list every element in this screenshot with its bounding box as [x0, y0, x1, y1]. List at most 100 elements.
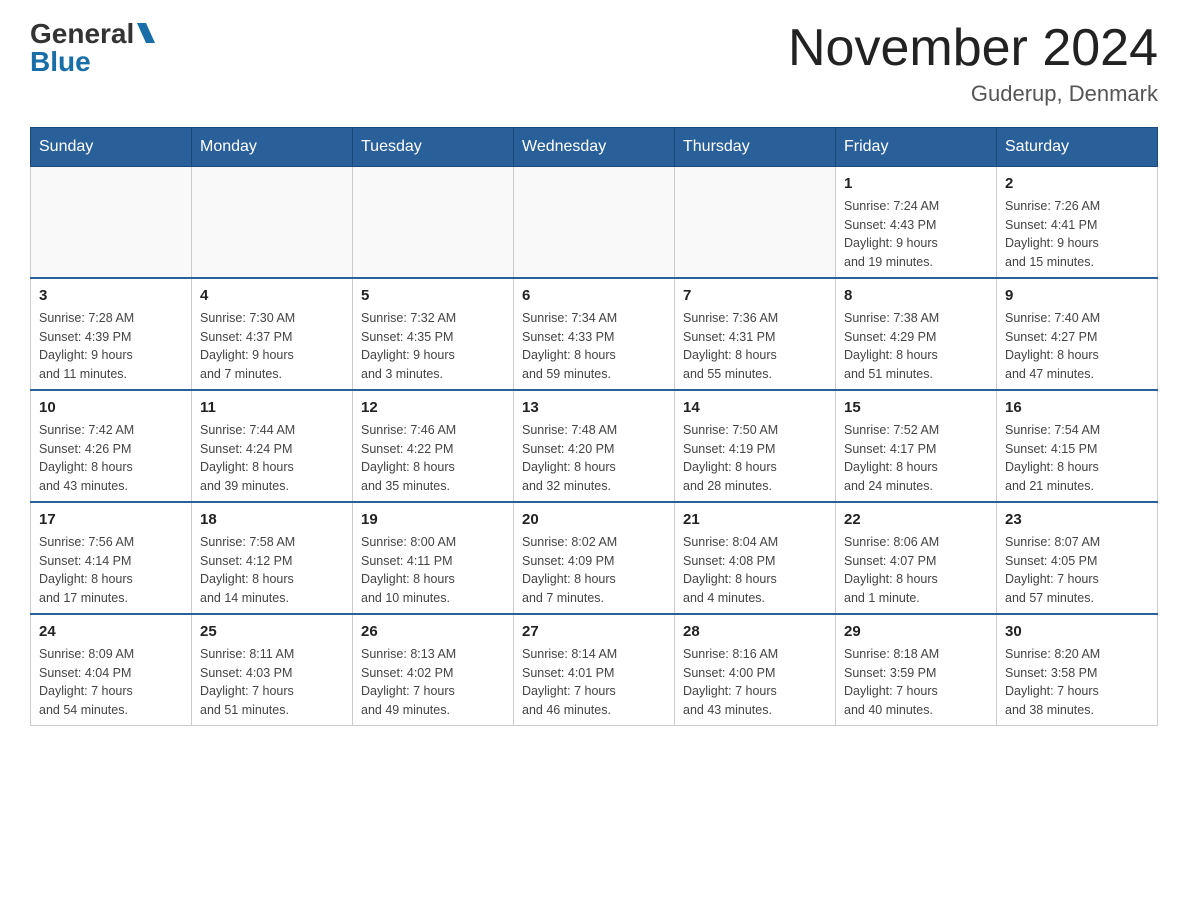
day-info: Sunrise: 7:48 AM Sunset: 4:20 PM Dayligh… [522, 423, 617, 493]
day-number: 20 [522, 509, 666, 530]
calendar-cell [31, 167, 192, 279]
calendar-cell: 19 Sunrise: 8:00 AM Sunset: 4:11 PM Dayli… [353, 502, 514, 614]
day-info: Sunrise: 8:11 AM Sunset: 4:03 PM Dayligh… [200, 647, 294, 717]
day-number: 1 [844, 173, 988, 194]
calendar-cell: 2 Sunrise: 7:26 AM Sunset: 4:41 PM Daylig… [997, 167, 1158, 279]
calendar-cell: 7 Sunrise: 7:36 AM Sunset: 4:31 PM Daylig… [675, 278, 836, 390]
calendar-cell: 8 Sunrise: 7:38 AM Sunset: 4:29 PM Daylig… [836, 278, 997, 390]
day-info: Sunrise: 7:28 AM Sunset: 4:39 PM Dayligh… [39, 311, 134, 381]
day-info: Sunrise: 7:34 AM Sunset: 4:33 PM Dayligh… [522, 311, 617, 381]
calendar-cell: 20 Sunrise: 8:02 AM Sunset: 4:09 PM Dayli… [514, 502, 675, 614]
calendar-cell: 4Sunrise: 7:30 AM Sunset: 4:37 PM Daylig… [192, 278, 353, 390]
day-header-friday: Friday [836, 128, 997, 167]
day-info: Sunrise: 7:56 AM Sunset: 4:14 PM Dayligh… [39, 535, 134, 605]
calendar-cell: 14 Sunrise: 7:50 AM Sunset: 4:19 PM Dayli… [675, 390, 836, 502]
day-info: Sunrise: 7:52 AM Sunset: 4:17 PM Dayligh… [844, 423, 939, 493]
day-number: 19 [361, 509, 505, 530]
week-row-1: 1 Sunrise: 7:24 AM Sunset: 4:43 PM Daylig… [31, 167, 1158, 279]
day-number: 29 [844, 621, 988, 642]
calendar-cell [675, 167, 836, 279]
day-header-wednesday: Wednesday [514, 128, 675, 167]
calendar-cell: 28 Sunrise: 8:16 AM Sunset: 4:00 PM Dayli… [675, 614, 836, 726]
calendar-cell: 5 Sunrise: 7:32 AM Sunset: 4:35 PM Daylig… [353, 278, 514, 390]
day-info: Sunrise: 8:20 AM Sunset: 3:58 PM Dayligh… [1005, 647, 1100, 717]
calendar-cell: 25Sunrise: 8:11 AM Sunset: 4:03 PM Dayli… [192, 614, 353, 726]
calendar-cell: 22Sunrise: 8:06 AM Sunset: 4:07 PM Dayli… [836, 502, 997, 614]
day-info: Sunrise: 7:46 AM Sunset: 4:22 PM Dayligh… [361, 423, 456, 493]
day-info: Sunrise: 8:04 AM Sunset: 4:08 PM Dayligh… [683, 535, 778, 605]
logo: General Blue [30, 20, 155, 76]
calendar-cell: 23 Sunrise: 8:07 AM Sunset: 4:05 PM Dayli… [997, 502, 1158, 614]
day-info: Sunrise: 7:26 AM Sunset: 4:41 PM Dayligh… [1005, 199, 1100, 269]
calendar-title: November 2024 [788, 20, 1158, 77]
day-header-sunday: Sunday [31, 128, 192, 167]
calendar-cell: 18 Sunrise: 7:58 AM Sunset: 4:12 PM Dayli… [192, 502, 353, 614]
calendar-cell: 12 Sunrise: 7:46 AM Sunset: 4:22 PM Dayli… [353, 390, 514, 502]
day-number: 23 [1005, 509, 1149, 530]
day-number: 28 [683, 621, 827, 642]
day-info: Sunrise: 8:13 AM Sunset: 4:02 PM Dayligh… [361, 647, 456, 717]
day-info: Sunrise: 8:02 AM Sunset: 4:09 PM Dayligh… [522, 535, 617, 605]
calendar-cell: 27 Sunrise: 8:14 AM Sunset: 4:01 PM Dayli… [514, 614, 675, 726]
calendar-table: SundayMondayTuesdayWednesdayThursdayFrid… [30, 127, 1158, 726]
calendar-cell: 6Sunrise: 7:34 AM Sunset: 4:33 PM Daylig… [514, 278, 675, 390]
day-info: Sunrise: 8:07 AM Sunset: 4:05 PM Dayligh… [1005, 535, 1100, 605]
day-number: 2 [1005, 173, 1149, 194]
calendar-cell: 17Sunrise: 7:56 AM Sunset: 4:14 PM Dayli… [31, 502, 192, 614]
day-header-monday: Monday [192, 128, 353, 167]
day-info: Sunrise: 8:14 AM Sunset: 4:01 PM Dayligh… [522, 647, 617, 717]
calendar-cell [514, 167, 675, 279]
day-number: 10 [39, 397, 183, 418]
calendar-cell [192, 167, 353, 279]
calendar-subtitle: Guderup, Denmark [788, 81, 1158, 107]
day-number: 24 [39, 621, 183, 642]
day-number: 18 [200, 509, 344, 530]
day-info: Sunrise: 8:09 AM Sunset: 4:04 PM Dayligh… [39, 647, 134, 717]
day-info: Sunrise: 8:18 AM Sunset: 3:59 PM Dayligh… [844, 647, 939, 717]
day-number: 7 [683, 285, 827, 306]
calendar-cell: 11Sunrise: 7:44 AM Sunset: 4:24 PM Dayli… [192, 390, 353, 502]
logo-general-text: General [30, 20, 134, 48]
day-number: 14 [683, 397, 827, 418]
week-row-2: 3 Sunrise: 7:28 AM Sunset: 4:39 PM Daylig… [31, 278, 1158, 390]
day-info: Sunrise: 7:38 AM Sunset: 4:29 PM Dayligh… [844, 311, 939, 381]
calendar-cell: 21 Sunrise: 8:04 AM Sunset: 4:08 PM Dayli… [675, 502, 836, 614]
header-row: SundayMondayTuesdayWednesdayThursdayFrid… [31, 128, 1158, 167]
title-block: November 2024 Guderup, Denmark [788, 20, 1158, 107]
day-number: 30 [1005, 621, 1149, 642]
calendar-cell: 13 Sunrise: 7:48 AM Sunset: 4:20 PM Dayli… [514, 390, 675, 502]
calendar-cell: 16 Sunrise: 7:54 AM Sunset: 4:15 PM Dayli… [997, 390, 1158, 502]
logo-blue-text: Blue [30, 48, 91, 76]
calendar-cell: 15Sunrise: 7:52 AM Sunset: 4:17 PM Dayli… [836, 390, 997, 502]
day-info: Sunrise: 7:50 AM Sunset: 4:19 PM Dayligh… [683, 423, 778, 493]
day-number: 11 [200, 397, 344, 418]
calendar-cell: 1 Sunrise: 7:24 AM Sunset: 4:43 PM Daylig… [836, 167, 997, 279]
day-info: Sunrise: 7:32 AM Sunset: 4:35 PM Dayligh… [361, 311, 456, 381]
day-number: 16 [1005, 397, 1149, 418]
day-info: Sunrise: 7:42 AM Sunset: 4:26 PM Dayligh… [39, 423, 134, 493]
day-info: Sunrise: 7:40 AM Sunset: 4:27 PM Dayligh… [1005, 311, 1100, 381]
calendar-cell: 24 Sunrise: 8:09 AM Sunset: 4:04 PM Dayli… [31, 614, 192, 726]
calendar-cell: 10 Sunrise: 7:42 AM Sunset: 4:26 PM Dayli… [31, 390, 192, 502]
day-number: 3 [39, 285, 183, 306]
day-info: Sunrise: 8:16 AM Sunset: 4:00 PM Dayligh… [683, 647, 778, 717]
day-info: Sunrise: 7:54 AM Sunset: 4:15 PM Dayligh… [1005, 423, 1100, 493]
day-number: 8 [844, 285, 988, 306]
day-number: 22 [844, 509, 988, 530]
day-number: 12 [361, 397, 505, 418]
day-info: Sunrise: 7:24 AM Sunset: 4:43 PM Dayligh… [844, 199, 939, 269]
calendar-cell: 3 Sunrise: 7:28 AM Sunset: 4:39 PM Daylig… [31, 278, 192, 390]
day-number: 5 [361, 285, 505, 306]
week-row-5: 24 Sunrise: 8:09 AM Sunset: 4:04 PM Dayli… [31, 614, 1158, 726]
day-header-tuesday: Tuesday [353, 128, 514, 167]
day-number: 21 [683, 509, 827, 530]
day-info: Sunrise: 7:30 AM Sunset: 4:37 PM Dayligh… [200, 311, 295, 381]
day-info: Sunrise: 8:00 AM Sunset: 4:11 PM Dayligh… [361, 535, 456, 605]
day-info: Sunrise: 7:58 AM Sunset: 4:12 PM Dayligh… [200, 535, 295, 605]
day-number: 13 [522, 397, 666, 418]
day-info: Sunrise: 7:36 AM Sunset: 4:31 PM Dayligh… [683, 311, 778, 381]
day-number: 27 [522, 621, 666, 642]
day-number: 9 [1005, 285, 1149, 306]
calendar-cell: 9 Sunrise: 7:40 AM Sunset: 4:27 PM Daylig… [997, 278, 1158, 390]
week-row-3: 10 Sunrise: 7:42 AM Sunset: 4:26 PM Dayli… [31, 390, 1158, 502]
